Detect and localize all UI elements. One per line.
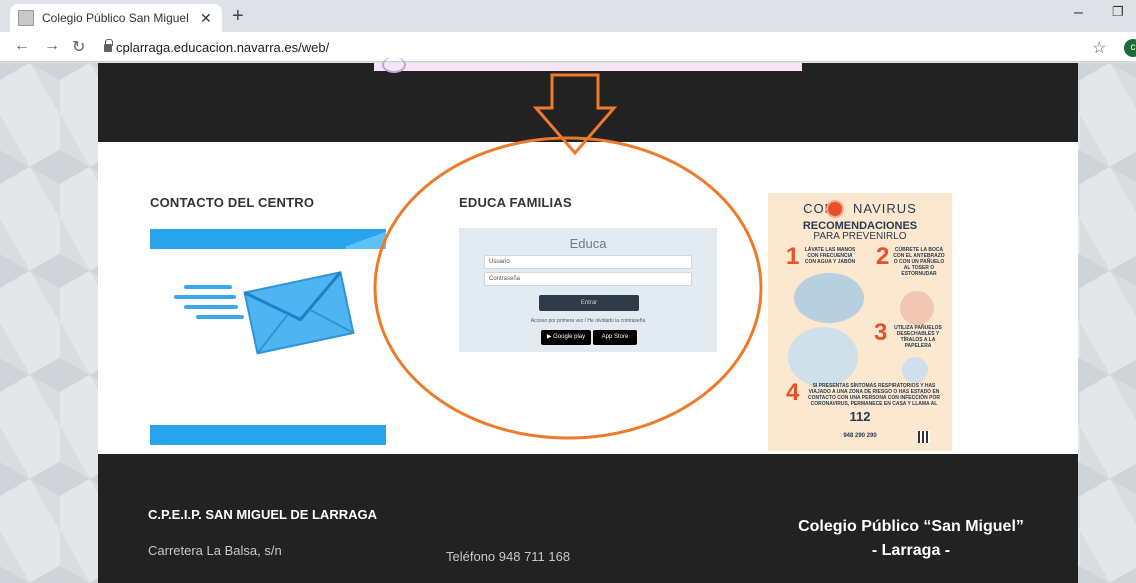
speed-line [184,285,232,289]
virus-icon [828,202,842,216]
mail-band-bottom [150,425,386,445]
enter-button[interactable]: Entrar [539,295,639,311]
poster-step-number: 1 [786,243,800,270]
tab-title: Colegio Público San Miguel de L [42,11,192,25]
banner-image-bottom [374,57,802,73]
access-link[interactable]: Acceso por primera vez / He olvidado la … [459,318,717,324]
forward-arrow-icon[interactable]: → [44,37,60,55]
poster-step4-text: SI PRESENTAS SÍNTOMAS RESPIRATORIOS Y HA… [808,383,940,407]
footer-colegio-line1: Colegio Público “San Miguel” [798,518,1024,535]
footer-colegio-line2: - Larraga - [871,542,951,559]
address-bar: ← → ↻ cplarraga.educacion.navarra.es/web… [0,32,1136,62]
speed-line [196,315,244,319]
footer-phone: Teléfono 948 711 168 [446,549,571,564]
educa-logo-text: Educa [569,236,607,251]
contact-heading: CONTACTO DEL CENTRO [150,195,315,210]
speed-line [184,305,238,309]
reload-icon[interactable]: ↻ [72,37,85,57]
hygiene-illustration [788,327,858,387]
bookmark-star-icon[interactable]: ☆ [1092,38,1106,58]
browser-tab[interactable]: Colegio Público San Miguel de L ✕ [10,4,222,32]
web-page: CONTACTO DEL CENTRO EDUCA FAMILIAS Educa… [98,57,1078,583]
google-play-label: Google play [553,334,586,340]
coronavirus-poster[interactable]: COR NAVIRUS RECOMENDACIONES PARA PREVENIR… [768,193,952,451]
app-store-button[interactable]: App Store [593,330,637,345]
qr-code-icon [918,431,930,443]
bin-illustration [902,357,928,383]
dark-top-band [98,63,1078,142]
username-field[interactable]: Usuario [484,255,692,269]
poster-step-number: 2 [876,243,890,270]
minimize-icon[interactable]: – [1074,4,1083,22]
url-text[interactable]: cplarraga.educacion.navarra.es/web/ [116,40,329,55]
app-store-label: App Store [601,334,629,340]
mail-band-top [150,229,386,249]
sneeze-illustration [900,291,934,325]
poster-title: COR NAVIRUS [768,201,952,216]
favicon-icon [18,10,34,26]
new-tab-button[interactable]: + [232,6,244,26]
footer-school-name: C.P.E.I.P. SAN MIGUEL DE LARRAGA [148,507,377,522]
envelope-icon[interactable] [168,268,378,358]
tab-close-icon[interactable]: ✕ [200,10,212,27]
lock-icon[interactable] [104,39,113,52]
google-play-button[interactable]: ▶ Google play [541,330,591,345]
handwash-illustration [794,273,864,323]
poster-step2-text: CÚBRETE LA BOCA CON EL ANTEBRAZO O CON U… [893,247,945,277]
back-arrow-icon[interactable]: ← [14,37,30,55]
password-field[interactable]: Contraseña [484,272,692,286]
profile-avatar[interactable]: c [1124,39,1136,57]
educa-login-widget: Educa Usuario Contraseña Entrar Acceso p… [459,228,717,352]
poster-step-number: 3 [874,319,888,346]
speed-line [174,295,236,299]
browser-tab-bar: Colegio Público San Miguel de L ✕ + – ❐ [0,0,1136,32]
footer-address: Carretera La Balsa, s/n [148,543,282,558]
poster-step3-text: UTILIZA PAÑUELOS DESECHABLES Y TÍRALOS A… [894,325,942,349]
poster-step-number: 4 [786,379,800,406]
poster-prevent: PARA PREVENIRLO [813,231,907,242]
poster-emergency-number: 112 [849,409,871,424]
poster-title-right: NAVIRUS [853,201,917,216]
footer-colegio: Colegio Público “San Miguel” - Larraga - [774,515,1048,563]
poster-step1-text: LÁVATE LAS MANOS CON FRECUENCIA CON AGUA… [804,247,856,265]
restore-window-icon[interactable]: ❐ [1112,4,1124,20]
educa-heading: EDUCA FAMILIAS [459,195,572,210]
